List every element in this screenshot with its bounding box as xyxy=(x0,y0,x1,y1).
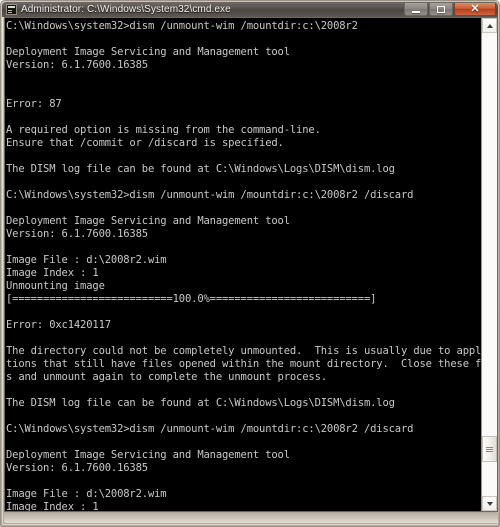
scrollbar-thumb[interactable] xyxy=(482,436,497,462)
cmd-window: Administrator: C:\Windows\System32\cmd.e… xyxy=(0,0,500,527)
maximize-button[interactable] xyxy=(429,3,453,16)
caption-button-group: ✕ xyxy=(403,3,496,17)
scroll-down-arrow-icon xyxy=(486,501,493,506)
close-button[interactable]: ✕ xyxy=(454,3,496,16)
window-titlebar[interactable]: Administrator: C:\Windows\System32\cmd.e… xyxy=(2,2,498,17)
cmd-console-icon xyxy=(6,4,17,15)
console-client-area: C:\Windows\system32>dism /unmount-wim /m… xyxy=(4,17,498,512)
console-output-surface[interactable]: C:\Windows\system32>dism /unmount-wim /m… xyxy=(5,18,481,511)
minimize-button[interactable] xyxy=(404,3,428,16)
close-icon: ✕ xyxy=(470,2,480,15)
scroll-down-button[interactable] xyxy=(482,496,497,511)
console-scrollbar[interactable] xyxy=(481,18,497,511)
window-title: Administrator: C:\Windows\System32\cmd.e… xyxy=(21,4,231,15)
scrollbar-grip-icon xyxy=(486,446,493,452)
scroll-up-button[interactable] xyxy=(482,18,497,33)
scrollbar-track[interactable] xyxy=(482,33,497,496)
window-bottom-edge xyxy=(4,513,498,523)
scroll-up-arrow-icon xyxy=(486,23,493,28)
maximize-icon xyxy=(437,5,445,13)
minimize-icon xyxy=(412,10,420,13)
console-text: C:\Windows\system32>dism /unmount-wim /m… xyxy=(6,20,481,511)
